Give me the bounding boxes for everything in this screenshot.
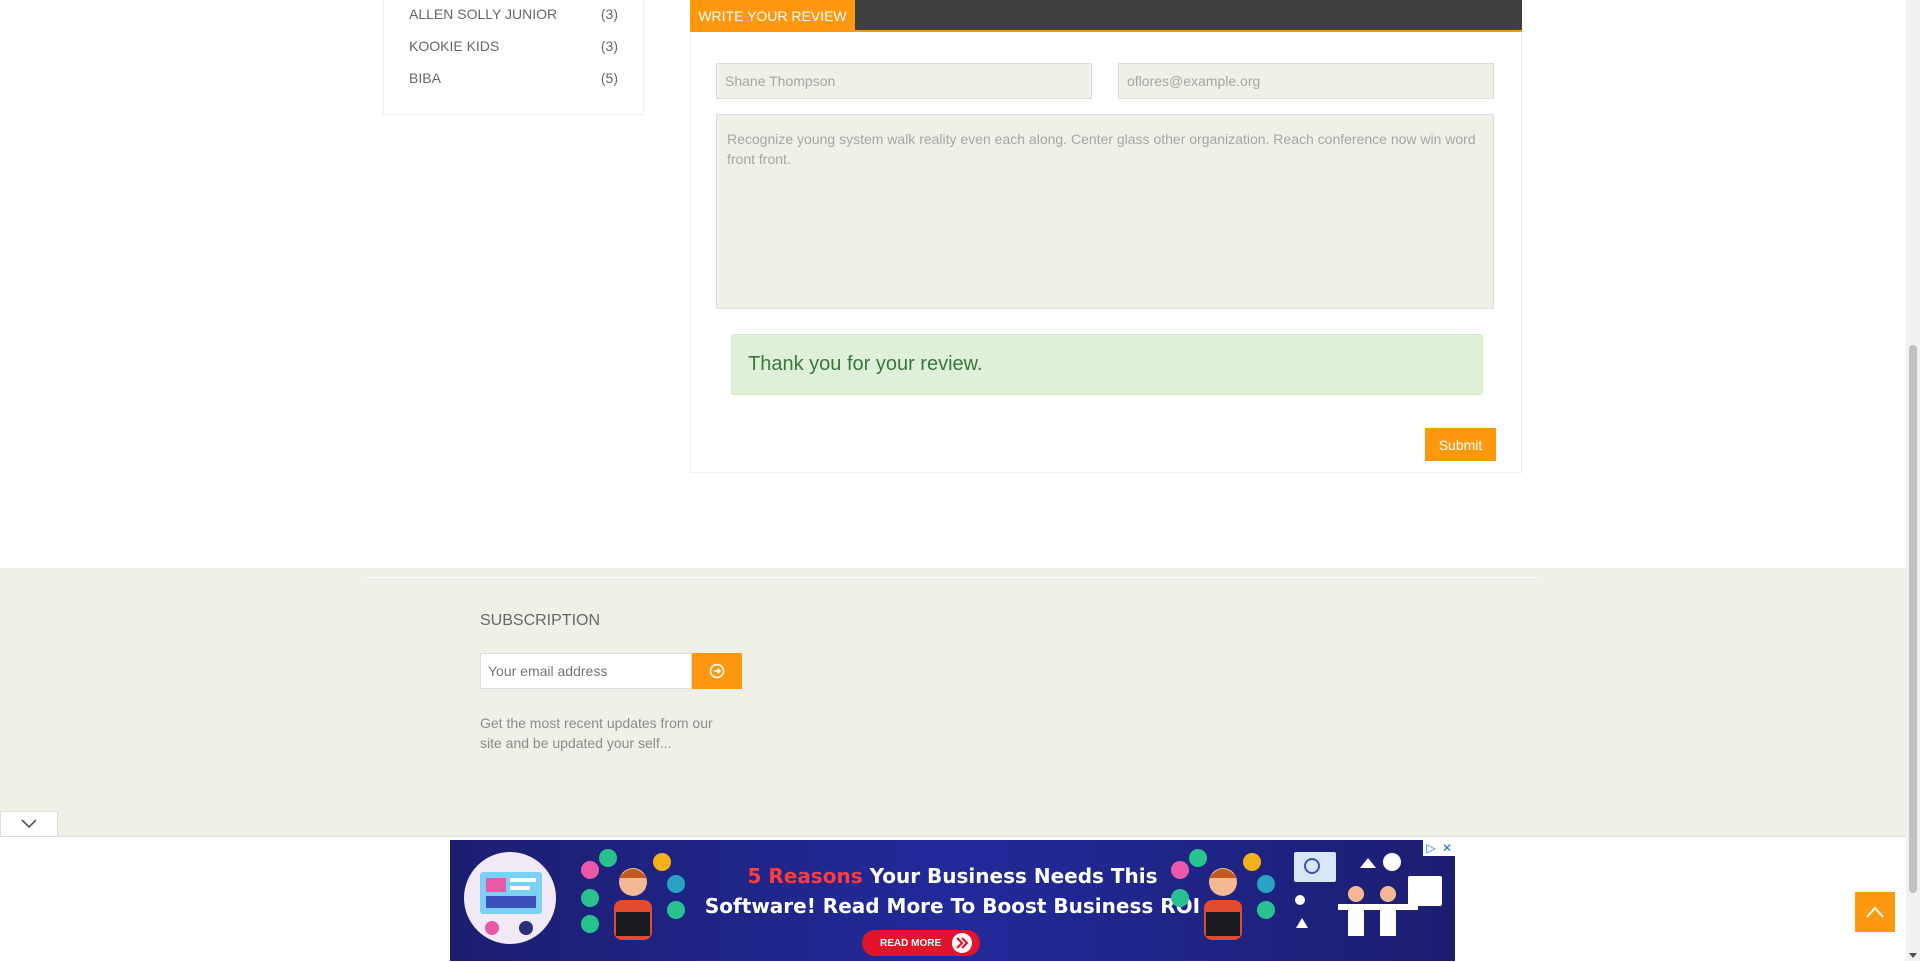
footer-divider <box>367 577 1537 578</box>
chevron-up-icon <box>1866 906 1884 918</box>
success-alert: Thank you for your review. <box>731 334 1483 395</box>
chevron-down-icon <box>21 819 37 829</box>
brand-item[interactable]: KOOKIE KIDS (3) <box>409 36 618 56</box>
page-scrollbar[interactable] <box>1906 0 1920 961</box>
brands-panel: ALLEN SOLLY JUNIOR (3) KOOKIE KIDS (3) B… <box>383 0 644 115</box>
brand-item[interactable]: BIBA (5) <box>409 68 618 88</box>
brand-name[interactable]: KOOKIE KIDS <box>409 38 499 54</box>
success-message: Thank you for your review. <box>748 353 983 375</box>
ad-cta-label: READ MORE <box>880 937 942 949</box>
ad-read-more-button[interactable]: READ MORE <box>862 930 980 956</box>
brand-count: (3) <box>600 38 618 54</box>
subscription-email-input[interactable] <box>480 653 692 689</box>
review-textarea[interactable]: Recognize young system walk reality even… <box>716 114 1494 309</box>
ad-illustration-office <box>1294 852 1442 936</box>
ad-headline-highlight: 5 Reasons <box>747 864 863 888</box>
close-icon[interactable]: ✕ <box>1439 840 1455 856</box>
arrow-circle-right-icon <box>709 663 725 679</box>
footer: SUBSCRIPTION Get the most recent updates… <box>0 568 1906 836</box>
submit-button[interactable]: Submit <box>1425 428 1496 461</box>
brand-item[interactable]: ALLEN SOLLY JUNIOR (3) <box>409 4 618 24</box>
scroll-down-arrow-icon[interactable] <box>1909 953 1917 958</box>
scroll-to-top-button[interactable] <box>1855 892 1895 932</box>
adchoices-icon[interactable]: ▷ <box>1423 840 1439 856</box>
ad-banner[interactable]: 5 Reasons Your Business Needs This Softw… <box>450 840 1455 961</box>
subscription-title: SUBSCRIPTION <box>480 612 601 629</box>
ad-headline-rest: Your Business Needs This <box>862 864 1158 888</box>
scrollbar-thumb[interactable] <box>1909 345 1917 893</box>
brand-name[interactable]: ALLEN SOLLY JUNIOR <box>409 6 557 22</box>
ad-illustration-person-right <box>1171 849 1275 940</box>
review-panel: WRITE YOUR REVIEW Shane Thompson oflores… <box>690 0 1522 473</box>
email-field[interactable]: oflores@example.org <box>1118 63 1494 99</box>
name-field[interactable]: Shane Thompson <box>716 63 1092 99</box>
ad-collapse-button[interactable] <box>0 811 58 836</box>
subscribe-button[interactable] <box>692 653 742 689</box>
subscription-description: Get the most recent updates from our sit… <box>480 715 713 751</box>
brand-name[interactable]: BIBA <box>409 70 441 86</box>
tab-write-review[interactable]: WRITE YOUR REVIEW <box>690 0 855 32</box>
brand-count: (3) <box>600 6 618 22</box>
double-chevron-right-icon <box>952 933 973 953</box>
brand-count: (5) <box>600 70 618 86</box>
review-tab-bar: WRITE YOUR REVIEW <box>690 0 1522 32</box>
